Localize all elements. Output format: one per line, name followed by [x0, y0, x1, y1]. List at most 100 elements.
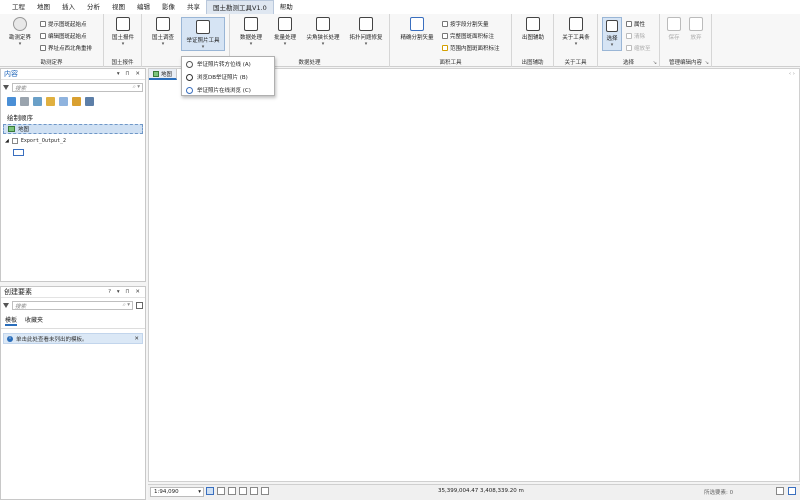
list-by-perspective-icon[interactable] — [85, 97, 94, 106]
browse-db-photos-item[interactable]: 浏览DB举证照片 (B) — [182, 71, 274, 83]
split-icon — [410, 17, 424, 31]
edit-icon — [40, 33, 46, 39]
tab-map[interactable]: 地图 — [149, 69, 178, 80]
contents-panel: 内容 ▾ ⊓ ✕ 搜索 ⌕ ▾ 绘制顺序 地图 ◢ Export_Output_… — [0, 68, 146, 282]
precise-split-button[interactable]: 精确分割矢量 — [394, 17, 440, 41]
discard-edits-button[interactable]: 放弃 — [686, 17, 706, 41]
menu-item[interactable]: 影像 — [156, 0, 181, 14]
filter-icon[interactable] — [3, 302, 9, 309]
scale-selector[interactable]: 1:94,090 ▾ — [150, 487, 204, 497]
group-label: 选择 — [622, 60, 634, 66]
magnifier-icon — [186, 73, 193, 81]
menu-bar: 工程 地图 插入 分析 视图 编辑 影像 共享 国土勘测工具V1.0 帮助 — [0, 0, 800, 14]
batch-processing-button[interactable]: 批量处理 ▾ — [268, 17, 302, 47]
edit-polygon-start-point-button[interactable]: 编辑图斑起始点 — [40, 32, 87, 40]
land-report-button[interactable]: 国土报件 ▾ — [108, 17, 138, 47]
data-processing-button[interactable]: 数据处理 ▾ — [234, 17, 268, 47]
evidence-photo-tool-button[interactable]: 举证照片工具 ▾ — [181, 17, 225, 51]
menu-item[interactable]: 工程 — [6, 0, 31, 14]
manage-templates-icon[interactable] — [136, 302, 143, 309]
topology-repair-button[interactable]: 拓扑问题修复 ▾ — [344, 17, 388, 47]
rotate-icon[interactable] — [261, 487, 269, 495]
ribbon-group-manage-edits: 保存 放弃 管理编辑内容 ↘ — [660, 14, 712, 67]
survey-boundary-button[interactable]: 勘测定界 ▾ — [3, 17, 37, 47]
menu-item[interactable]: 帮助 — [274, 0, 299, 14]
layer-visibility-checkbox[interactable] — [11, 138, 18, 144]
sliver-polygon-button[interactable]: 尖角狭长处理 ▾ — [302, 17, 344, 47]
zoom-icon — [626, 45, 632, 51]
map-node[interactable]: 地图 — [3, 124, 143, 134]
zoom-to-selection-button[interactable]: 缩放至 — [626, 44, 651, 52]
cursor-icon — [606, 20, 618, 32]
expand-arrow-icon[interactable]: ◢ — [5, 138, 9, 144]
save-edits-button[interactable]: 保存 — [664, 17, 684, 41]
globe-icon — [13, 17, 27, 31]
reorder-boundary-points-button[interactable]: 界址点西北角重排 — [40, 44, 92, 52]
menu-item[interactable]: 国土勘测工具V1.0 — [206, 0, 274, 14]
show-polygon-start-point-button[interactable]: 提示图斑起始点 — [40, 20, 87, 28]
dialog-launcher-icon[interactable]: ↘ — [705, 60, 709, 66]
menu-item[interactable]: 共享 — [181, 0, 206, 14]
selected-features-count: 所选要素: 0 — [704, 490, 734, 496]
tab-templates[interactable]: 模板 — [5, 315, 18, 326]
menu-item[interactable]: 编辑 — [131, 0, 156, 14]
list-by-source-icon[interactable] — [20, 97, 29, 106]
topology-icon — [359, 17, 373, 31]
clear-selection-button[interactable]: 清除 — [626, 32, 645, 40]
menu-item[interactable]: 视图 — [106, 0, 131, 14]
label-icon — [442, 33, 448, 39]
list-by-labeling-icon[interactable] — [72, 97, 81, 106]
list-by-snapping-icon[interactable] — [59, 97, 68, 106]
grid-icon[interactable] — [217, 487, 225, 495]
map-output-button[interactable]: 出图辅助 — [516, 17, 550, 41]
group-label: 勘测定界 — [40, 60, 63, 66]
contents-search-input[interactable]: 搜索 ⌕ ▾ — [12, 83, 143, 92]
search-icon[interactable]: ⌕ ▾ — [122, 302, 130, 309]
tab-favorites[interactable]: 收藏夹 — [25, 315, 43, 326]
chevron-down-icon: ▾ — [321, 41, 325, 47]
tab-navigation[interactable]: ‹ › — [789, 71, 795, 77]
close-icon[interactable]: ✕ — [134, 336, 139, 342]
select-button[interactable]: 选择 ▾ — [602, 17, 622, 51]
map-view[interactable]: 地图 ‹ › — [148, 68, 800, 482]
filter-icon[interactable] — [3, 84, 9, 91]
data-icon — [244, 17, 258, 31]
layer-item[interactable]: ◢ Export_Output_2 — [1, 136, 145, 146]
fixed-zoom-icon[interactable] — [228, 487, 236, 495]
create-panel-header: 创建要素 ? ▾ ⊓ ✕ — [1, 287, 145, 298]
online-photo-browse-item[interactable]: 举证照片在线浏览 (C) — [182, 84, 274, 96]
attributes-button[interactable]: 属性 — [626, 20, 645, 28]
about-toolbar-button[interactable]: 关于工具条 ▾ — [558, 17, 594, 47]
list-by-drawing-order-icon[interactable] — [7, 97, 16, 106]
panel-title: 内容 — [4, 70, 18, 78]
menu-item[interactable]: 插入 — [56, 0, 81, 14]
extent-area-label-button[interactable]: 范围内图斑面积标注 — [442, 44, 500, 52]
pause-drawing-icon[interactable] — [776, 487, 784, 495]
menu-item[interactable]: 分析 — [81, 0, 106, 14]
clear-icon — [626, 33, 632, 39]
refresh-map-icon[interactable] — [788, 487, 796, 495]
menu-item[interactable]: 地图 — [31, 0, 56, 14]
search-icon[interactable]: ⌕ ▾ — [132, 84, 140, 91]
batch-icon — [278, 17, 292, 31]
layer-symbol[interactable] — [13, 149, 24, 156]
point-icon — [40, 21, 46, 27]
template-search-input[interactable]: 搜索 ⌕ ▾ — [12, 301, 133, 310]
panel-controls[interactable]: ? ▾ ⊓ ✕ — [108, 289, 142, 295]
split-by-field-button[interactable]: 按字段分割矢量 — [442, 20, 489, 28]
dialog-launcher-icon[interactable]: ↘ — [653, 60, 657, 66]
panel-controls[interactable]: ▾ ⊓ ✕ — [117, 71, 142, 77]
list-by-editing-icon[interactable] — [46, 97, 55, 106]
unlisted-templates-infobar[interactable]: i 单击此处查看未列出的模板。 ✕ — [3, 333, 143, 344]
globe-icon — [186, 86, 193, 94]
status-controls — [776, 487, 796, 495]
ribbon: 勘测定界 ▾ 提示图斑起始点 编辑图斑起始点 界址点西北角重排 勘测定界 国土报… — [0, 14, 800, 67]
full-area-label-button[interactable]: 完整图斑面积标注 — [442, 32, 494, 40]
photo-to-bearing-line-item[interactable]: 举证照片转方位线 (A) — [182, 58, 274, 70]
refresh-icon[interactable] — [250, 487, 258, 495]
list-by-selection-icon[interactable] — [33, 97, 42, 106]
land-survey-button[interactable]: 国土调查 ▾ — [147, 17, 179, 47]
navigate-icon[interactable] — [206, 487, 214, 495]
pan-icon[interactable] — [239, 487, 247, 495]
create-panel-tabs: 模板 收藏夹 — [1, 313, 145, 329]
